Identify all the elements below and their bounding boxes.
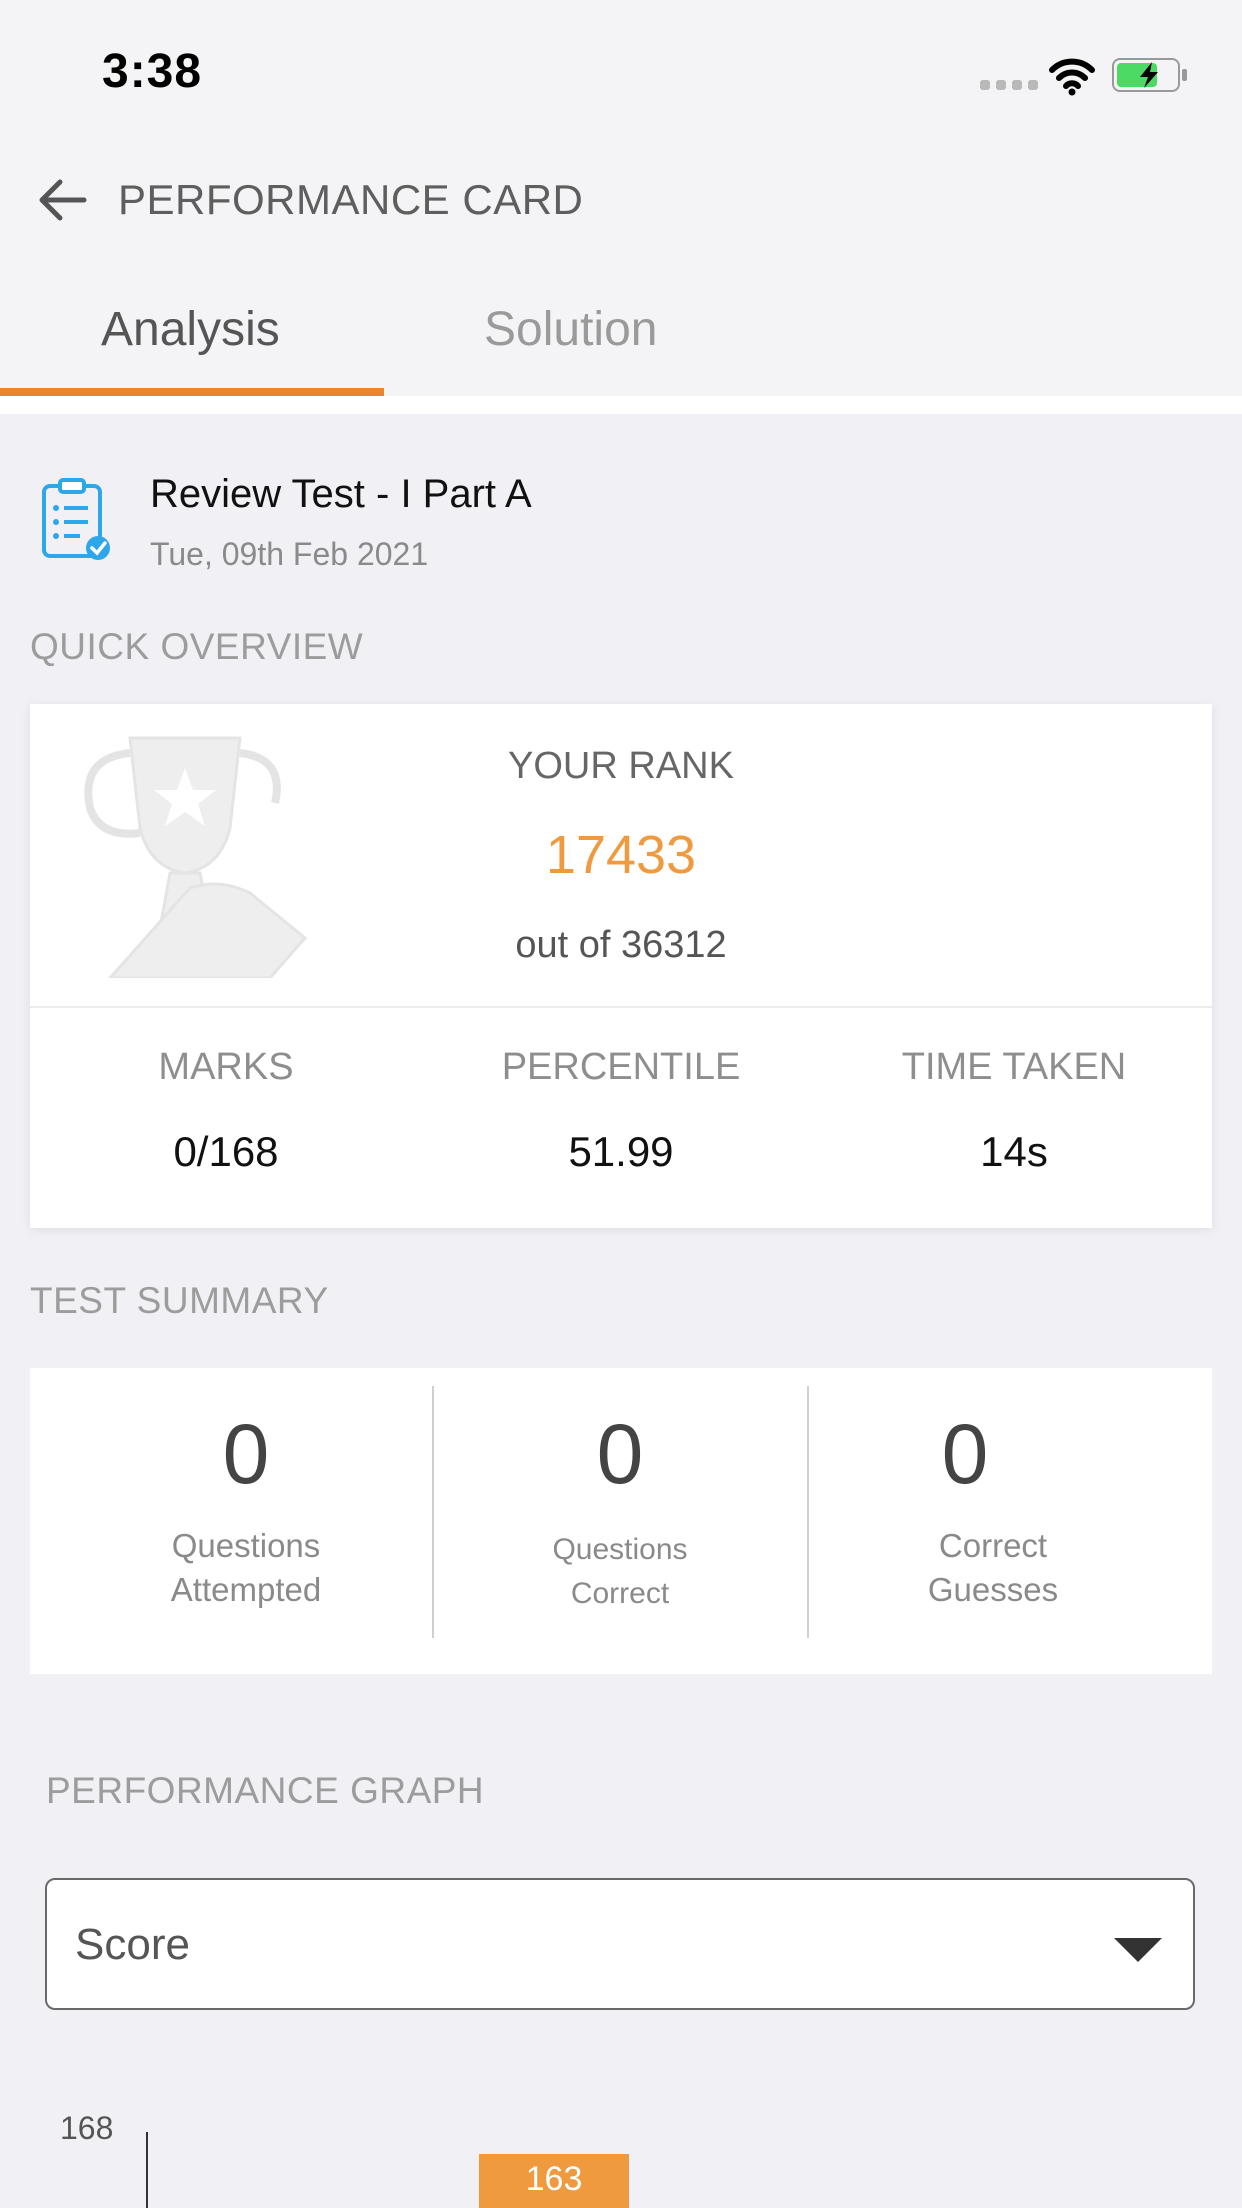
cellular-signal-icon bbox=[980, 80, 1038, 90]
active-tab-indicator bbox=[0, 388, 384, 396]
y-axis-tick-label: 168 bbox=[60, 2110, 114, 2146]
label-line: Correct bbox=[938, 1527, 1048, 1564]
graph-metric-select[interactable] bbox=[45, 1878, 1195, 2010]
card-divider bbox=[30, 1006, 1212, 1008]
percentile-label: PERCENTILE bbox=[501, 1046, 741, 1088]
rank-out-of: out of 36312 bbox=[515, 924, 727, 966]
questions-attempted-label: Questions Attempted bbox=[96, 1524, 396, 1612]
tab-separator bbox=[0, 396, 1242, 414]
wifi-icon bbox=[1049, 58, 1095, 96]
status-time: 3:38 bbox=[102, 45, 203, 98]
correct-guesses-label: Correct Guesses bbox=[843, 1524, 1143, 1612]
time-taken-label: TIME TAKEN bbox=[901, 1046, 1127, 1088]
graph-metric-selected: Score bbox=[75, 1920, 190, 1969]
marks-value: 0/168 bbox=[173, 1128, 279, 1175]
clipboard-check-icon bbox=[42, 478, 110, 560]
time-taken-value: 14s bbox=[980, 1128, 1048, 1175]
label-line: Attempted bbox=[170, 1571, 322, 1608]
rank-label: YOUR RANK bbox=[508, 745, 734, 787]
performance-graph-heading: PERFORMANCE GRAPH bbox=[46, 1770, 485, 1811]
battery-charging-icon bbox=[1112, 58, 1187, 92]
correct-guesses-value: 0 bbox=[941, 1407, 989, 1501]
questions-attempted-value: 0 bbox=[222, 1407, 270, 1501]
questions-correct-label: Questions Correct bbox=[470, 1528, 770, 1616]
score-bar-label: 163 bbox=[525, 2160, 583, 2198]
test-summary-heading: TEST SUMMARY bbox=[30, 1280, 329, 1321]
label-line: Correct bbox=[570, 1577, 670, 1610]
caret-down-icon[interactable] bbox=[1114, 1938, 1162, 1962]
label-line: Questions bbox=[171, 1527, 321, 1564]
questions-correct-value: 0 bbox=[596, 1407, 644, 1501]
page-title: PERFORMANCE CARD bbox=[118, 176, 584, 223]
test-title: Review Test - I Part A bbox=[150, 472, 532, 516]
tab-analysis[interactable]: Analysis bbox=[101, 302, 280, 357]
marks-label: MARKS bbox=[158, 1046, 294, 1088]
back-arrow-icon[interactable] bbox=[34, 172, 90, 228]
summary-divider bbox=[432, 1386, 434, 1638]
rank-value: 17433 bbox=[545, 825, 697, 885]
y-axis bbox=[146, 2132, 148, 2208]
test-date: Tue, 09th Feb 2021 bbox=[150, 536, 429, 572]
percentile-value: 51.99 bbox=[568, 1128, 674, 1175]
summary-divider bbox=[807, 1386, 809, 1638]
tab-solution[interactable]: Solution bbox=[484, 302, 657, 357]
label-line: Guesses bbox=[927, 1571, 1059, 1608]
quick-overview-heading: QUICK OVERVIEW bbox=[30, 626, 364, 667]
label-line: Questions bbox=[552, 1533, 688, 1566]
